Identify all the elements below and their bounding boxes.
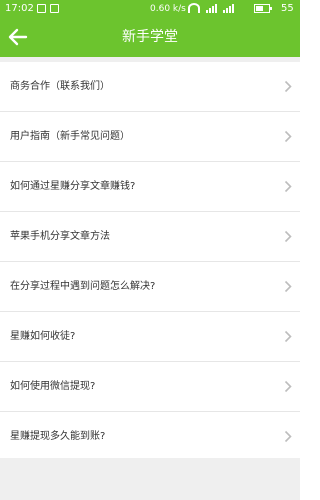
chevron-right-icon [284,380,292,393]
notification-icons [37,4,59,13]
chevron-right-icon [284,280,292,293]
list-item[interactable]: 星赚如何收徒? [0,312,300,362]
status-bar: 17:02 0.60 k/s 55 [0,0,300,18]
chevron-right-icon [284,330,292,343]
list-item[interactable]: 苹果手机分享文章方法 [0,212,300,262]
chevron-right-icon [284,130,292,143]
list-item[interactable]: 星赚提现多久能到账? [0,412,300,462]
chevron-right-icon [284,230,292,243]
chevron-right-icon [284,80,292,93]
app-header: 新手学堂 [0,18,300,57]
list-item-label: 商务合作（联系我们） [10,81,110,92]
page-title: 新手学堂 [122,29,178,45]
help-topic-list: 商务合作（联系我们） 用户指南（新手常见问题） 如何通过星赚分享文章赚钱? 苹果手机分… [0,62,300,462]
battery-percent: 55 [281,3,294,14]
network-speed: 0.60 k/s [150,4,186,14]
battery-icon [254,3,272,13]
image-notification-icon [37,4,46,13]
system-icons [188,3,272,13]
chevron-right-icon [284,430,292,443]
status-time: 17:02 [5,3,34,14]
wifi-icon [188,3,200,13]
list-item[interactable]: 在分享过程中遇到问题怎么解决? [0,262,300,312]
chevron-right-icon [284,180,292,193]
download-notification-icon [50,4,59,13]
list-item-label: 用户指南（新手常见问题） [10,131,130,142]
page-background [0,458,300,500]
list-item-label: 星赚提现多久能到账? [10,431,106,442]
list-item-label: 星赚如何收徒? [10,331,76,342]
signal-icon-2 [223,3,234,13]
list-item-label: 如何通过星赚分享文章赚钱? [10,181,136,192]
signal-icon [206,3,217,13]
list-item-label: 在分享过程中遇到问题怎么解决? [10,281,156,292]
list-item[interactable]: 如何使用微信提现? [0,362,300,412]
list-item[interactable]: 如何通过星赚分享文章赚钱? [0,162,300,212]
list-item-label: 苹果手机分享文章方法 [10,231,110,242]
list-item-label: 如何使用微信提现? [10,381,96,392]
list-item[interactable]: 商务合作（联系我们） [0,62,300,112]
list-item[interactable]: 用户指南（新手常见问题） [0,112,300,162]
